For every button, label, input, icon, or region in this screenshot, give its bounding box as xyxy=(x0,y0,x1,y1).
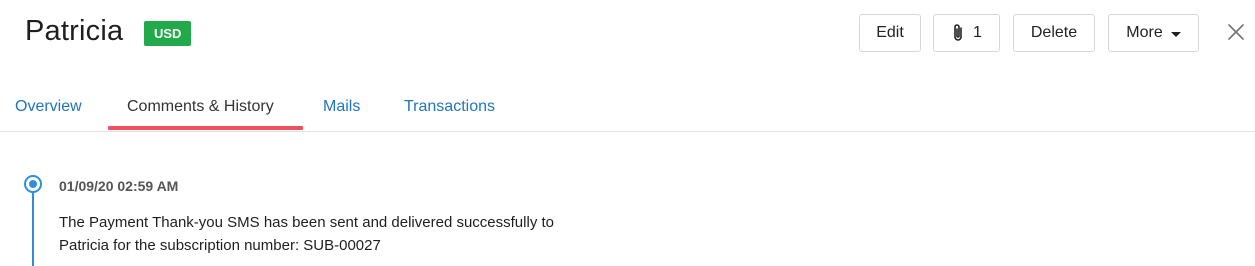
close-icon[interactable] xyxy=(1226,22,1246,42)
currency-badge: USD xyxy=(144,21,192,46)
page-title: Patricia xyxy=(25,15,124,47)
edit-button-label: Edit xyxy=(876,24,904,41)
record-header: Patricia USD Edit 1 Delete More xyxy=(0,0,1255,75)
attachments-button[interactable]: 1 xyxy=(933,14,1000,52)
tab-mails[interactable]: Mails xyxy=(323,98,360,116)
more-button-label: More xyxy=(1126,24,1163,41)
timeline-line xyxy=(32,190,34,266)
tab-bar: Overview Comments & History Mails Transa… xyxy=(0,90,1255,132)
attachments-count: 1 xyxy=(973,24,982,41)
active-tab-indicator xyxy=(108,126,303,130)
tab-overview[interactable]: Overview xyxy=(15,98,82,116)
timeline-timestamp: 01/09/20 02:59 AM xyxy=(59,178,179,194)
edit-button[interactable]: Edit xyxy=(859,14,921,52)
more-dropdown-button[interactable]: More xyxy=(1108,14,1199,52)
caret-down-icon xyxy=(1170,31,1181,37)
paperclip-icon xyxy=(951,23,965,43)
timeline-message-line: Patricia for the subscription number: SU… xyxy=(59,237,381,254)
tab-transactions[interactable]: Transactions xyxy=(404,98,495,116)
timeline-dot-icon xyxy=(24,175,42,193)
tab-comments-history[interactable]: Comments & History xyxy=(127,98,274,116)
timeline-message: The Payment Thank-you SMS has been sent … xyxy=(59,211,679,257)
delete-button-label: Delete xyxy=(1030,24,1078,41)
delete-button[interactable]: Delete xyxy=(1013,14,1095,52)
timeline-message-line: The Payment Thank-you SMS has been sent … xyxy=(59,214,554,231)
